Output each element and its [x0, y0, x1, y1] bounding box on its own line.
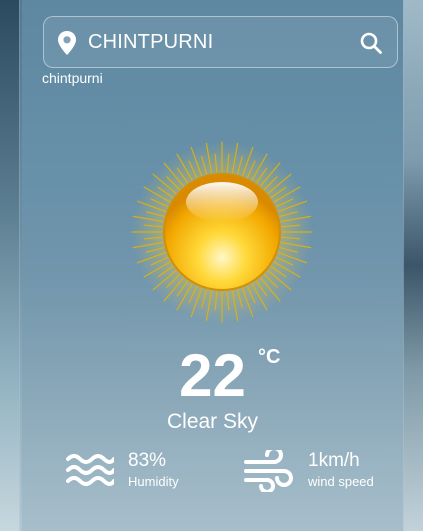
- wind-stat: 1km/h wind speed: [308, 450, 374, 489]
- wind-value: 1km/h: [308, 450, 360, 471]
- humidity-label: Humidity: [128, 474, 179, 489]
- weather-card: chintpurni 22 °C Clear: [19, 0, 404, 531]
- wind-icon: [244, 450, 293, 492]
- humidity-stat: 83% Humidity: [128, 450, 179, 489]
- temperature-display: 22 °C: [20, 346, 405, 406]
- temperature-unit: °C: [258, 346, 281, 368]
- wind-label: wind speed: [308, 474, 374, 489]
- search-icon[interactable]: [359, 31, 383, 55]
- map-pin-icon: [58, 31, 76, 55]
- humidity-value: 83%: [128, 450, 167, 471]
- city-name: chintpurni: [42, 70, 103, 86]
- background-right: [403, 0, 423, 531]
- temperature-value: 22: [179, 342, 246, 409]
- city-search-input[interactable]: [88, 26, 348, 58]
- waves-icon: [66, 454, 114, 486]
- sun-icon: [131, 141, 313, 323]
- weather-description: Clear Sky: [166, 410, 259, 433]
- search-bar: [43, 16, 398, 68]
